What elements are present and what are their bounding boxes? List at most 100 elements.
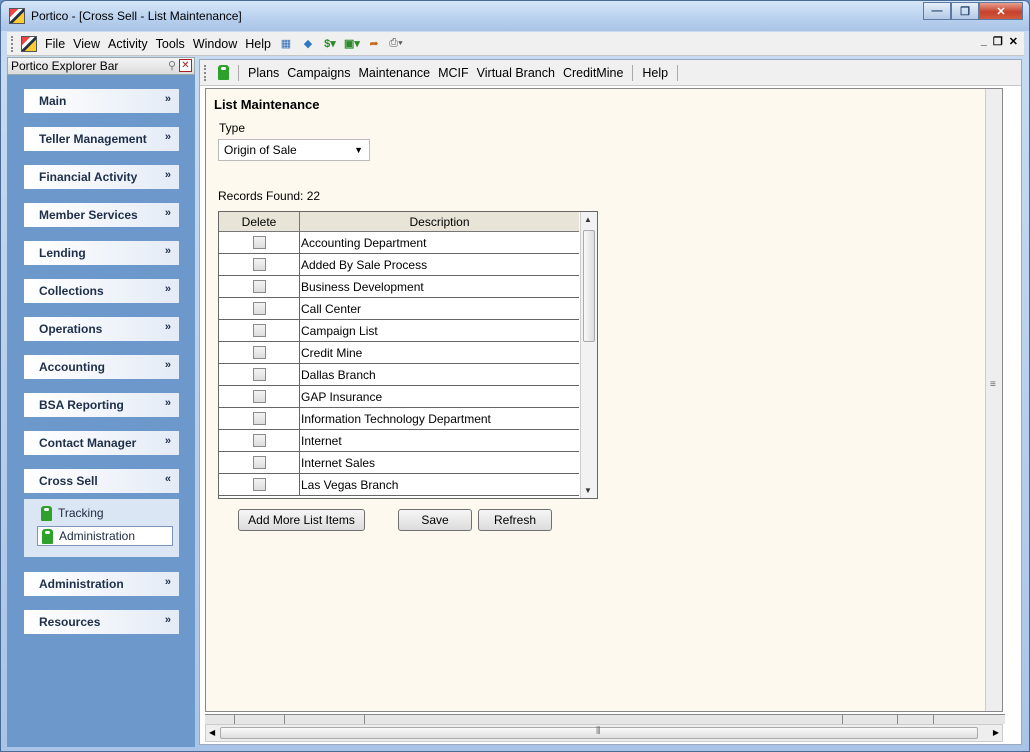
- horizontal-scrollbar[interactable]: ◀ ⦀ ▶: [205, 724, 1003, 742]
- refresh-button[interactable]: Refresh: [478, 509, 552, 531]
- group-collections[interactable]: Collections »: [24, 279, 179, 303]
- delete-checkbox[interactable]: [252, 346, 266, 359]
- table-row[interactable]: GAP Insurance: [219, 386, 579, 408]
- tag-icon[interactable]: ◆: [299, 36, 317, 52]
- group-accounting[interactable]: Accounting »: [24, 355, 179, 379]
- delete-checkbox[interactable]: [252, 324, 266, 337]
- delete-checkbox[interactable]: [252, 478, 266, 491]
- title-bar[interactable]: Portico - [Cross Sell - List Maintenance…: [1, 1, 1029, 31]
- group-operations[interactable]: Operations »: [24, 317, 179, 341]
- delete-checkbox[interactable]: [252, 412, 266, 425]
- toolbar-virtual-branch[interactable]: Virtual Branch: [473, 66, 559, 80]
- scroll-thumb[interactable]: [583, 230, 595, 342]
- group-bsa-reporting[interactable]: BSA Reporting »: [24, 393, 179, 417]
- pin-icon[interactable]: ⚲: [168, 59, 176, 72]
- group-member-services[interactable]: Member Services »: [24, 203, 179, 227]
- menu-view[interactable]: View: [69, 37, 104, 51]
- delete-checkbox[interactable]: [252, 280, 266, 293]
- table-row[interactable]: Las Vegas Branch: [219, 474, 579, 496]
- delete-cell: [219, 298, 300, 319]
- table-row[interactable]: Dallas Branch: [219, 364, 579, 386]
- description-cell[interactable]: Dallas Branch: [300, 364, 579, 385]
- mdi-minimize-icon[interactable]: _: [981, 35, 987, 48]
- save-button[interactable]: Save: [398, 509, 472, 531]
- toolbar-campaigns[interactable]: Campaigns: [283, 66, 354, 80]
- description-cell[interactable]: Business Development: [300, 276, 579, 297]
- toolbar-creditmine[interactable]: CreditMine: [559, 66, 627, 80]
- table-row[interactable]: Added By Sale Process: [219, 254, 579, 276]
- scroll-left-icon[interactable]: ◀: [209, 728, 215, 737]
- scroll-down-icon[interactable]: ▼: [584, 486, 592, 495]
- delete-checkbox[interactable]: [252, 258, 266, 271]
- grid-scrollbar[interactable]: ▲ ▼: [580, 212, 597, 498]
- menu-help[interactable]: Help: [241, 37, 275, 51]
- table-row[interactable]: Internet: [219, 430, 579, 452]
- minimize-button[interactable]: —: [923, 2, 951, 20]
- sidebar-item-administration[interactable]: Administration: [37, 526, 173, 546]
- description-cell[interactable]: Las Vegas Branch: [300, 474, 579, 495]
- delete-checkbox[interactable]: [252, 390, 266, 403]
- table-row[interactable]: Campaign List: [219, 320, 579, 342]
- type-select[interactable]: Origin of Sale ▼: [218, 139, 370, 161]
- toolbar-grip[interactable]: [11, 35, 15, 52]
- delete-checkbox[interactable]: [252, 456, 266, 469]
- group-label: Administration: [39, 577, 124, 591]
- dollar-icon[interactable]: $▾: [321, 36, 339, 52]
- group-teller-management[interactable]: Teller Management »: [24, 127, 179, 151]
- printer-icon[interactable]: ⎙▾: [387, 36, 405, 52]
- add-more-list-items-button[interactable]: Add More List Items: [238, 509, 365, 531]
- table-row[interactable]: Credit Mine: [219, 342, 579, 364]
- toolbar-grip[interactable]: [204, 64, 208, 81]
- menu-activity[interactable]: Activity: [104, 37, 152, 51]
- delete-checkbox[interactable]: [252, 434, 266, 447]
- sidebar-item-tracking[interactable]: Tracking: [37, 503, 104, 523]
- delete-checkbox[interactable]: [252, 302, 266, 315]
- description-cell[interactable]: Internet Sales: [300, 452, 579, 473]
- scroll-right-icon[interactable]: ▶: [993, 728, 999, 737]
- description-cell[interactable]: Accounting Department: [300, 232, 579, 253]
- description-cell[interactable]: Internet: [300, 430, 579, 451]
- group-financial-activity[interactable]: Financial Activity »: [24, 165, 179, 189]
- menu-tools[interactable]: Tools: [152, 37, 189, 51]
- explorer-close-icon[interactable]: ✕: [179, 59, 192, 72]
- menu-file[interactable]: File: [41, 37, 69, 51]
- toolbar-maintenance[interactable]: Maintenance: [355, 66, 435, 80]
- description-cell[interactable]: Information Technology Department: [300, 408, 579, 429]
- cash-icon[interactable]: ▣▾: [343, 36, 361, 52]
- table-row[interactable]: Accounting Department: [219, 232, 579, 254]
- description-cell[interactable]: Added By Sale Process: [300, 254, 579, 275]
- group-main[interactable]: Main »: [24, 89, 179, 113]
- delete-checkbox[interactable]: [252, 368, 266, 381]
- group-lending[interactable]: Lending »: [24, 241, 179, 265]
- description-cell[interactable]: Call Center: [300, 298, 579, 319]
- scroll-up-icon[interactable]: ▲: [584, 215, 592, 224]
- description-cell[interactable]: GAP Insurance: [300, 386, 579, 407]
- group-resources[interactable]: Resources »: [24, 610, 179, 634]
- description-cell[interactable]: Credit Mine: [300, 342, 579, 363]
- group-administration[interactable]: Administration »: [24, 572, 179, 596]
- toolbar-mcif[interactable]: MCIF: [434, 66, 473, 80]
- page-scrollbar[interactable]: ≡: [985, 89, 1002, 711]
- toolbar-plans[interactable]: Plans: [244, 66, 283, 80]
- delete-checkbox[interactable]: [252, 236, 266, 249]
- group-cross-sell[interactable]: Cross Sell «: [24, 469, 179, 493]
- group-contact-manager[interactable]: Contact Manager »: [24, 431, 179, 455]
- description-cell[interactable]: Campaign List: [300, 320, 579, 341]
- forward-icon[interactable]: ➦: [365, 36, 383, 52]
- dropdown-arrow-icon: ▼: [354, 145, 363, 155]
- menu-window[interactable]: Window: [189, 37, 241, 51]
- mdi-close-icon[interactable]: ✕: [1009, 35, 1018, 48]
- toolbar-help[interactable]: Help: [638, 66, 672, 80]
- app-menu-icon[interactable]: [21, 35, 37, 52]
- mdi-restore-icon[interactable]: ❐: [993, 35, 1003, 48]
- column-header-delete[interactable]: Delete: [219, 212, 300, 231]
- grid-icon[interactable]: ▦: [277, 36, 295, 52]
- column-header-description[interactable]: Description: [300, 212, 579, 231]
- table-row[interactable]: Internet Sales: [219, 452, 579, 474]
- cross-sell-icon[interactable]: [218, 65, 229, 80]
- table-row[interactable]: Call Center: [219, 298, 579, 320]
- table-row[interactable]: Information Technology Department: [219, 408, 579, 430]
- table-row[interactable]: Business Development: [219, 276, 579, 298]
- close-button[interactable]: ✕: [979, 2, 1023, 20]
- maximize-button[interactable]: ❐: [951, 2, 979, 20]
